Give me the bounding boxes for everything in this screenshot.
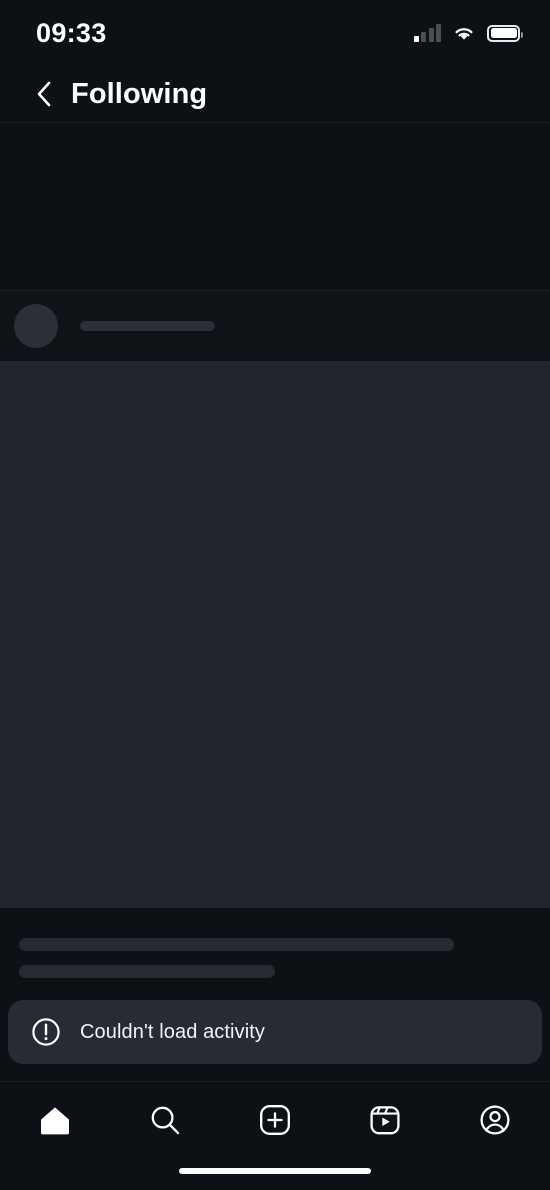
header-divider	[0, 122, 550, 123]
cellular-signal-icon	[413, 24, 441, 42]
skeleton-media-block	[0, 361, 550, 908]
plus-square-icon	[260, 1105, 290, 1135]
home-icon	[41, 1107, 69, 1135]
status-bar-indicators	[413, 24, 523, 42]
tab-bar	[0, 1082, 550, 1190]
reels-icon	[370, 1106, 400, 1135]
skeleton-line	[80, 320, 215, 331]
page-header: Following	[0, 66, 550, 122]
skeleton-line-short	[19, 965, 275, 978]
status-bar-time: 09:33	[36, 17, 107, 48]
tab-profile[interactable]	[440, 1092, 550, 1148]
skeleton-post-header	[0, 291, 550, 360]
exclamation-circle-icon	[32, 1018, 60, 1046]
toast-message: Couldn't load activity	[80, 1020, 266, 1043]
back-button[interactable]	[27, 77, 61, 111]
tab-home[interactable]	[0, 1092, 110, 1148]
tab-search[interactable]	[110, 1092, 220, 1148]
skeleton-text-lines	[0, 908, 550, 996]
wifi-icon	[455, 28, 473, 40]
profile-circle-icon	[480, 1105, 510, 1135]
phone-screen: 09:33 Following Couldn't load activity	[0, 0, 550, 1190]
skeleton-line-long	[19, 938, 454, 951]
chevron-left-icon	[37, 81, 51, 107]
search-icon	[151, 1106, 180, 1135]
toast-notification[interactable]: Couldn't load activity	[8, 1000, 542, 1064]
page-title: Following	[71, 77, 208, 110]
battery-icon	[487, 24, 523, 42]
home-indicator	[179, 1168, 371, 1174]
tab-reels[interactable]	[330, 1092, 440, 1148]
tab-create[interactable]	[220, 1092, 330, 1148]
status-bar: 09:33	[0, 0, 550, 66]
skeleton-avatar	[14, 303, 58, 348]
